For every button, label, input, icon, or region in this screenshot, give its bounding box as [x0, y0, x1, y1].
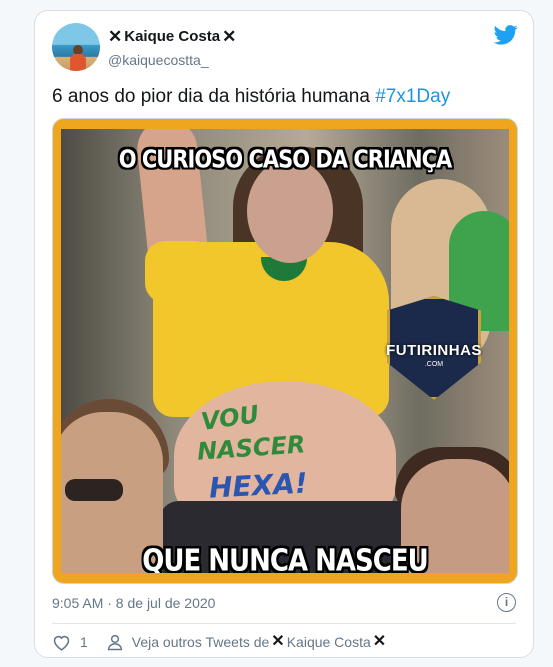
divider: [52, 623, 516, 624]
meme-photo: FUTIRINHAS .COM VOU NASCER HEXA! O CURIO…: [61, 129, 509, 573]
tweet-text: 6 anos do pior dia da história humana #7…: [52, 85, 450, 109]
like-count[interactable]: 1: [80, 634, 88, 650]
tweet-body-text: 6 anos do pior dia da história humana: [52, 86, 376, 107]
info-icon[interactable]: i: [497, 593, 516, 612]
watermark-text: FUTIRINHAS: [386, 342, 482, 359]
avatar-body: [70, 54, 86, 71]
meme-caption-top: O CURIOSO CASO DA CRIANÇA: [118, 144, 453, 174]
tweet-timestamp[interactable]: 9:05 AM · 8 de jul de 2020: [52, 595, 215, 611]
tweet-actions: 1 Veja outros Tweets de ✕ Kaique Costa ✕: [52, 633, 386, 651]
watermark-subtext: .COM: [424, 361, 444, 368]
sunglasses: [65, 479, 123, 501]
jersey-sleeve: [145, 241, 215, 303]
more-tweets-link[interactable]: Veja outros Tweets de ✕ Kaique Costa ✕: [131, 633, 387, 651]
x-mark-icon: ✕: [372, 633, 387, 650]
author-handle[interactable]: @kaiquecostta_: [108, 52, 209, 68]
x-mark-icon: ✕: [222, 27, 237, 46]
belly-text-line3: HEXA!: [208, 466, 309, 505]
person-icon: [107, 634, 122, 651]
tweet-media-image[interactable]: FUTIRINHAS .COM VOU NASCER HEXA! O CURIO…: [52, 118, 518, 584]
more-tweets-label: Veja outros Tweets de: [131, 634, 270, 650]
more-tweets-author: Kaique Costa: [286, 634, 371, 650]
author-name-row[interactable]: ✕ Kaique Costa ✕: [108, 28, 236, 45]
hashtag-link[interactable]: #7x1Day: [375, 86, 450, 107]
avatar[interactable]: [52, 23, 100, 71]
tweet-card[interactable]: ✕ Kaique Costa ✕ @kaiquecostta_ 6 anos d…: [34, 10, 534, 658]
x-mark-icon: ✕: [108, 27, 123, 46]
woman-face: [247, 159, 333, 263]
author-display-name[interactable]: Kaique Costa: [124, 28, 220, 45]
meme-caption-bottom: QUE NUNCA NASCEU: [142, 543, 428, 573]
x-mark-icon: ✕: [271, 633, 285, 650]
twitter-bird-icon[interactable]: [494, 25, 518, 45]
heart-icon[interactable]: [52, 634, 71, 651]
